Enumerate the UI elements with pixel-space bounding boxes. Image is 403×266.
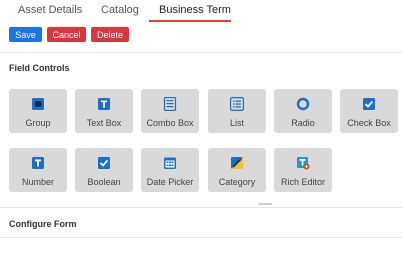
control-label: Number [21,177,54,187]
configure-form-title: Configure Form [9,219,77,229]
save-button[interactable]: Save [9,27,42,42]
control-label: List [229,118,244,128]
control-combo-box[interactable]: Combo Box [141,89,199,133]
tab-bar: Asset Details Catalog Business Term [0,0,403,24]
boolean-icon [98,157,110,169]
control-label: Check Box [347,118,391,128]
tab-asset-details[interactable]: Asset Details [18,4,82,16]
calendar-icon [164,157,176,169]
header-divider [0,52,403,53]
active-tab-indicator [149,20,231,22]
tab-business-term[interactable]: Business Term [159,4,231,16]
resize-handle[interactable] [258,203,272,205]
cancel-button[interactable]: Cancel [47,27,86,42]
control-list[interactable]: List [208,89,266,133]
control-radio[interactable]: Radio [274,89,332,133]
category-icon [231,157,243,169]
section-divider [0,207,403,208]
text-box-icon [98,98,110,110]
control-label: Rich Editor [280,177,325,187]
tag-icon [32,98,44,110]
tab-catalog[interactable]: Catalog [101,4,139,16]
control-label: Combo Box [146,118,194,128]
control-group[interactable]: Group [9,89,67,133]
check-box-icon [363,98,375,110]
control-label: Date Picker [146,177,194,187]
control-date-picker[interactable]: Date Picker [141,148,199,192]
configure-form-divider [0,237,403,238]
control-label: Boolean [87,177,121,187]
control-category[interactable]: Category [208,148,266,192]
control-label: Radio [291,118,315,128]
control-rich-editor[interactable]: Rich Editor [274,148,332,192]
radio-icon [296,97,310,111]
control-label: Group [25,118,51,128]
combo-box-icon [163,97,177,111]
control-number[interactable]: Number [9,148,67,192]
field-controls-title: Field Controls [9,63,70,73]
control-label: Text Box [86,118,122,128]
delete-button[interactable]: Delete [91,27,129,42]
control-label: Category [218,177,256,187]
control-text-box[interactable]: Text Box [75,89,133,133]
rich-editor-icon [297,157,310,170]
list-icon [230,97,244,111]
control-check-box[interactable]: Check Box [340,89,398,133]
number-icon [32,157,44,169]
control-boolean[interactable]: Boolean [75,148,133,192]
